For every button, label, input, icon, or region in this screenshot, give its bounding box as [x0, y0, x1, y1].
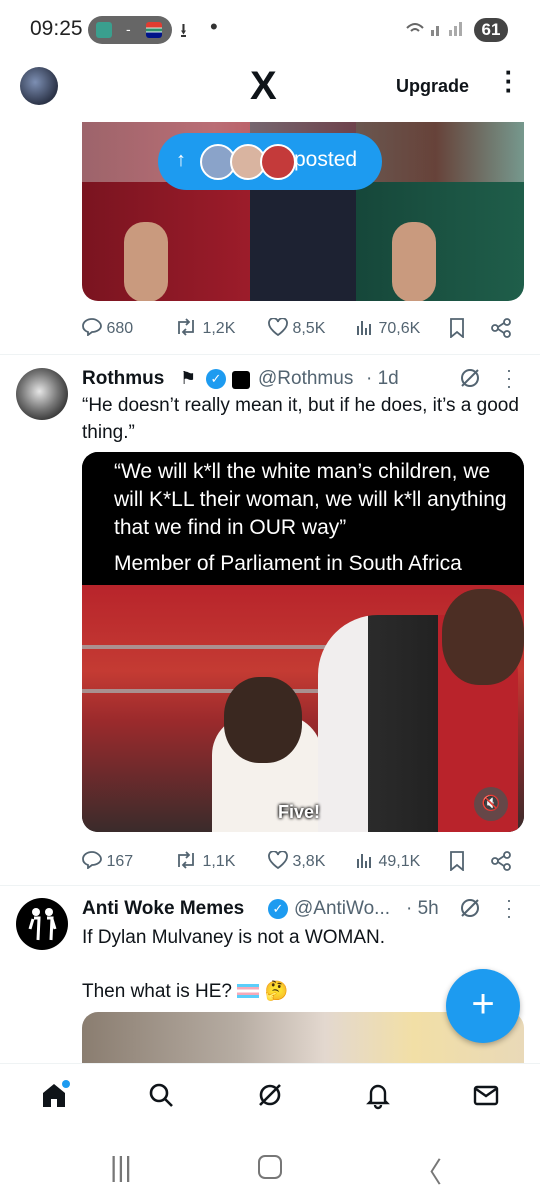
tweet2-handle[interactable]: @Rothmus — [258, 368, 353, 390]
bell-icon — [366, 1084, 390, 1110]
dot-icon: • — [210, 14, 218, 39]
back-icon[interactable]: 〈 — [414, 1151, 442, 1191]
tweet2-avatar[interactable] — [16, 368, 68, 420]
tweet3-handle[interactable]: @AntiWo... — [294, 898, 390, 920]
new-posts-pill[interactable]: ↑ posted — [158, 133, 382, 190]
mail-icon — [473, 1085, 499, 1106]
like-button[interactable]: 8,5K — [268, 317, 325, 338]
tweet2-time: · 1d — [366, 368, 399, 389]
bookmark-icon — [450, 318, 464, 339]
repost-button[interactable]: 1,1K — [174, 851, 235, 871]
reply-button[interactable]: 167 — [82, 851, 133, 871]
profile-avatar[interactable] — [20, 67, 58, 105]
flag-icon: ⚑ — [180, 368, 197, 388]
tweet3-text-line1: If Dylan Mulvaney is not a WOMAN. — [82, 927, 386, 948]
signal-icon — [405, 18, 469, 43]
unread-dot — [62, 1080, 70, 1088]
tweet3-text-line2: Then what is HE? 🤔 — [82, 981, 289, 1002]
verified-badge-icon: ✓ — [268, 899, 288, 919]
nav-grok[interactable] — [250, 1080, 290, 1120]
tweet3-header: Anti Woke Memes ✓ @AntiWo... · 5h · · · — [82, 891, 522, 925]
status-time: 09:25 — [30, 17, 83, 40]
tweet2-text: “He doesn’t really mean it, but if he do… — [82, 395, 519, 443]
home-button-icon[interactable] — [258, 1155, 282, 1179]
arrow-up-icon: ↑ — [176, 149, 186, 171]
x-logo-icon[interactable]: X — [250, 64, 277, 109]
tweet2-actions: 167 1,1K 3,8K 49,1K — [82, 845, 522, 875]
grok-icon[interactable] — [458, 896, 482, 925]
nav-messages[interactable] — [466, 1080, 506, 1120]
battery-icon: 61 — [474, 18, 508, 42]
video-frame: Five! 🔇 — [82, 585, 524, 832]
status-bar: 09:25 - ⭳ • 61 — [0, 0, 540, 58]
video-caption: Five! — [278, 802, 321, 822]
tweet2-author-name[interactable]: Rothmus — [82, 368, 164, 390]
mute-icon[interactable]: 🔇 — [474, 787, 508, 821]
nav-search[interactable] — [141, 1080, 181, 1120]
share-icon — [491, 318, 511, 338]
system-nav-bar: ||| 〈 — [0, 1139, 540, 1199]
views-icon — [357, 321, 371, 335]
video-quote-overlay: “We will k*ll the white man’s children, … — [82, 452, 524, 585]
tweet2-header: Rothmus ⚑ ✓ @Rothmus · 1d · · · — [82, 361, 522, 395]
status-notification-icons: - — [88, 16, 172, 44]
tweet3-time: · 5h — [406, 898, 439, 919]
verified-badge-icon: ✓ — [206, 369, 226, 389]
video-quote-text: “We will k*ll the white man’s children, … — [114, 460, 507, 539]
share-icon — [491, 851, 511, 871]
reply-button[interactable]: 680 — [82, 318, 133, 338]
divider — [0, 354, 540, 355]
share-button[interactable] — [490, 318, 512, 343]
sa-flag-icon — [146, 22, 162, 38]
share-button[interactable] — [490, 851, 512, 876]
nav-home[interactable] — [34, 1080, 74, 1120]
search-icon — [149, 1083, 173, 1107]
repost-icon — [178, 851, 194, 869]
tweet3-author-name[interactable]: Anti Woke Memes — [82, 898, 244, 920]
bookmark-button[interactable] — [448, 851, 466, 876]
more-options-icon[interactable]: · · · — [503, 59, 515, 103]
trans-flag-icon — [237, 984, 260, 998]
tweet3-avatar[interactable] — [16, 898, 68, 950]
grok-icon — [259, 1084, 281, 1106]
poster-avatar — [260, 144, 296, 180]
like-icon — [268, 850, 288, 870]
reply-icon — [82, 318, 102, 337]
thinking-face-icon: 🤔 — [264, 981, 289, 1002]
repost-icon — [178, 318, 194, 336]
download-icon: ⭳ — [180, 20, 187, 42]
compose-button[interactable]: + — [446, 969, 520, 1043]
grok-icon[interactable] — [458, 366, 482, 395]
bottom-nav — [0, 1063, 540, 1140]
like-icon — [268, 317, 288, 337]
tweet1-actions: 680 1,2K 8,5K 70,6K — [82, 312, 522, 342]
recent-apps-icon[interactable]: ||| — [110, 1151, 132, 1183]
video-quote-attribution: Member of Parliament in South Africa — [114, 552, 462, 575]
views-button[interactable]: 70,6K — [356, 318, 420, 338]
bookmark-button[interactable] — [448, 318, 466, 343]
tweet2-media[interactable]: “We will k*ll the white man’s children, … — [82, 452, 524, 832]
like-button[interactable]: 3,8K — [268, 850, 325, 871]
app-icon — [96, 22, 112, 38]
views-button[interactable]: 49,1K — [356, 851, 420, 871]
nav-notifications[interactable] — [358, 1080, 398, 1120]
repost-button[interactable]: 1,2K — [174, 318, 235, 338]
dash-icon: - — [126, 21, 131, 37]
divider — [0, 885, 540, 886]
top-app-bar: X Upgrade · · · — [0, 58, 540, 122]
posted-label: posted — [294, 148, 358, 171]
reply-icon — [82, 851, 102, 870]
bookmark-icon — [450, 851, 464, 872]
avatar-figures-icon — [28, 908, 57, 941]
views-icon — [357, 854, 371, 868]
tweet2-more-icon[interactable]: · · · — [506, 361, 512, 395]
tweet3-more-icon[interactable]: · · · — [506, 891, 512, 925]
upgrade-button[interactable]: Upgrade — [396, 76, 469, 97]
affiliate-badge-icon — [232, 371, 250, 389]
